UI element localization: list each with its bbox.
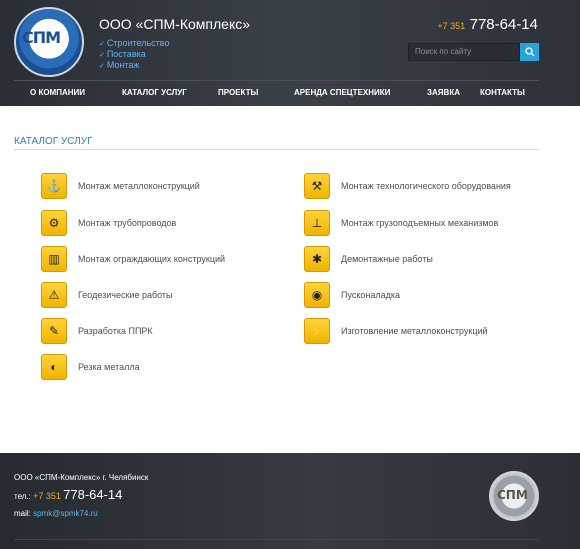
catalog-section: КАТАЛОГ УСЛУГ ⚓ Монтаж металлоконструкци…: [0, 106, 580, 453]
service-label: Резка металла: [78, 362, 140, 372]
service-item[interactable]: ✱ Демонтажные работы: [304, 245, 433, 273]
phone-code: +7 351: [437, 21, 466, 31]
service-label: Монтаж грузоподъемных механизмов: [341, 218, 499, 228]
service-item[interactable]: ⚠ Геодезические работы: [41, 281, 173, 309]
service-item[interactable]: ▥ Монтаж ограждающих конструкций: [41, 245, 225, 273]
gauge-icon: ◉: [304, 282, 330, 308]
nav-equipment-rental[interactable]: АРЕНДА СПЕЦТЕХНИКИ: [294, 88, 390, 97]
service-label: Монтаж трубопроводов: [78, 218, 177, 228]
fence-icon: ▥: [41, 246, 67, 272]
cutting-disc-icon: ◐: [41, 354, 67, 380]
nav-request[interactable]: ЗАЯВКА: [427, 88, 460, 97]
search-button[interactable]: [520, 43, 539, 61]
footer-mail: mail: spmk@spmk74.ru: [14, 509, 98, 518]
footer-phone-number: 778-64-14: [63, 487, 123, 502]
service-label: Изготовление металлоконструкций: [341, 326, 488, 336]
valve-icon: ⚙: [41, 210, 67, 236]
service-item[interactable]: ◐ Резка металла: [41, 353, 140, 381]
page-title: КАТАЛОГ УСЛУГ: [14, 136, 93, 147]
service-item[interactable]: ✎ Разработка ППРК: [41, 317, 153, 345]
nav-contacts[interactable]: КОНТАКТЫ: [480, 88, 525, 97]
service-item[interactable]: ◉ Пусконаладка: [304, 281, 400, 309]
demolition-icon: ✱: [304, 246, 330, 272]
nav-projects[interactable]: ПРОЕКТЫ: [218, 88, 258, 97]
service-label: Монтаж металлоконструкций: [78, 181, 200, 191]
header-phone: +7 351 778-64-14: [437, 16, 538, 34]
drawing-tools-icon: ✎: [41, 318, 67, 344]
service-label: Разработка ППРК: [78, 326, 153, 336]
service-label: Демонтажные работы: [341, 254, 433, 264]
title-divider: [14, 149, 539, 150]
tel-label: тел.:: [14, 492, 31, 501]
site-header: СПМ ООО «СПМ-Комплекс» Строительство Пос…: [0, 0, 580, 106]
service-item[interactable]: ⚙ Монтаж трубопроводов: [41, 209, 176, 237]
service-item[interactable]: ⚡ Изготовление металлоконструкций: [304, 317, 488, 345]
tagline-supply: Поставка: [99, 49, 146, 59]
footer-logo-text: СПМ: [497, 488, 528, 502]
mail-label: mail:: [14, 509, 31, 518]
tagline-installation: Монтаж: [99, 60, 140, 70]
tagline-construction: Строительство: [99, 38, 170, 48]
footer-phone-code: +7 351: [33, 491, 61, 501]
welding-icon: ⚡: [304, 318, 330, 344]
email-link[interactable]: spmk@spmk74.ru: [33, 509, 98, 518]
footer-divider: [14, 539, 539, 540]
service-label: Монтаж ограждающих конструкций: [78, 254, 226, 264]
service-label: Пусконаладка: [341, 290, 401, 300]
logo-text: СПМ: [22, 28, 61, 47]
phone-number: 778-64-14: [469, 16, 538, 33]
search-input[interactable]: Поиск по сайту: [408, 43, 520, 61]
service-label: Монтаж технологического оборудования: [341, 181, 511, 191]
service-item[interactable]: ⚓ Монтаж металлоконструкций: [41, 172, 200, 200]
footer-address: ООО «СПМ-Комплекс» г. Челябинск: [14, 473, 149, 482]
main-nav: О КОМПАНИИ КАТАЛОГ УСЛУГ ПРОЕКТЫ АРЕНДА …: [14, 80, 539, 104]
company-name: ООО «СПМ-Комплекс»: [99, 16, 251, 32]
footer-phone: тел.: +7 351 778-64-14: [14, 487, 122, 502]
crane-hook-icon: ⚓: [41, 173, 67, 199]
service-item[interactable]: ⚒ Монтаж технологического оборудования: [304, 172, 511, 200]
site-footer: ООО «СПМ-Комплекс» г. Челябинск тел.: +7…: [0, 453, 580, 549]
search-icon: [524, 47, 534, 57]
hoist-icon: ⊥: [304, 210, 330, 236]
service-label: Геодезические работы: [78, 290, 173, 300]
equipment-hoist-icon: ⚒: [304, 173, 330, 199]
service-item[interactable]: ⊥ Монтаж грузоподъемных механизмов: [304, 209, 498, 237]
nav-catalog[interactable]: КАТАЛОГ УСЛУГ: [122, 88, 187, 97]
theodolite-icon: ⚠: [41, 282, 67, 308]
nav-about[interactable]: О КОМПАНИИ: [30, 88, 85, 97]
